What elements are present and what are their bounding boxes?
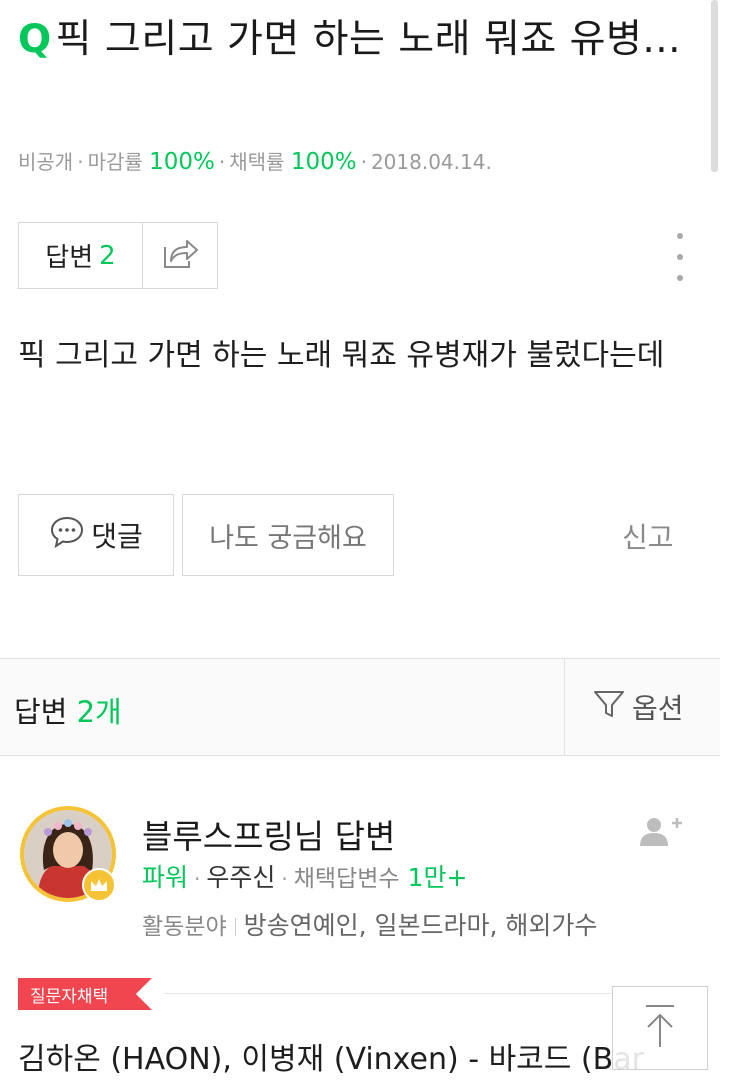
answer-text: 김하온 (HAON), 이병재 (Vinxen) - 바코드 (Bar [18,1042,644,1077]
accepted-badge: 질문자채택 [18,978,152,1010]
badge-divider [164,993,614,994]
accepted-count-label: 채택답변수 [293,866,400,892]
crown-icon [82,868,116,902]
visibility-label: 비공개 [18,150,74,174]
filter-icon [592,688,632,727]
arrow-up-icon [640,1003,680,1053]
options-label: 옵션 [632,692,684,725]
question-body: 픽 그리고 가면 하는 노래 뭐죠 유병재가 불렀다는데 [18,338,665,373]
question-title: Q픽 그리고 가면 하는 노래 뭐죠 유병... [18,10,708,70]
answer-count-button[interactable]: 답변 2 [19,223,143,288]
answers-count: 2개 [76,695,122,729]
comment-label: 댓글 [91,520,143,553]
field-values: 방송연예인, 일본드라마, 해외가수 [243,911,598,940]
page-scrollbar[interactable] [711,0,718,172]
accept-rate-value: 100% [290,149,357,175]
field-label: 활동분야 [142,914,227,940]
question-title-text: 픽 그리고 가면 하는 노래 뭐죠 유병... [55,17,682,62]
answerer-field: 활동분야 방송연예인, 일본드라마, 해외가수 [142,906,597,942]
answer-button-count: 2 [99,240,116,271]
deadline-rate-label: 마감률 [87,150,143,174]
power-label: 파워 [142,863,189,892]
scroll-top-button[interactable] [612,986,708,1070]
comment-button[interactable]: 댓글 [18,494,174,576]
accepted-count: 1만+ [407,863,468,892]
answerer-level: 우주신 [206,863,276,892]
question-q-mark: Q [18,17,52,62]
header-divider [564,659,565,755]
answerer-name[interactable]: 블루스프링님 답변 [142,810,395,858]
answers-count-label: 답변 2개 [14,695,122,729]
add-friend-icon[interactable] [638,814,684,854]
question-meta: 비공개 · 마감률 100% · 채택률 100% · 2018.04.14. [18,149,492,175]
answerer-info: 파워 · 우주신 · 채택답변수 1만+ [142,863,468,892]
accept-rate-label: 채택률 [229,150,285,174]
answer-button-label: 답변 [45,243,94,273]
options-button[interactable]: 옵션 [592,687,684,727]
answers-header: 답변 2개 옵션 [0,658,720,756]
curious-button[interactable]: 나도 궁금해요 [182,494,394,576]
answer-button-group: 답변 2 [18,222,218,289]
speech-bubble-icon [49,515,91,556]
report-link[interactable]: 신고 [622,516,674,556]
share-button[interactable] [143,223,217,288]
deadline-rate-value: 100% [149,149,215,175]
share-icon [161,237,199,275]
question-date: 2018.04.14. [370,150,492,174]
more-vert-icon[interactable] [668,233,692,281]
